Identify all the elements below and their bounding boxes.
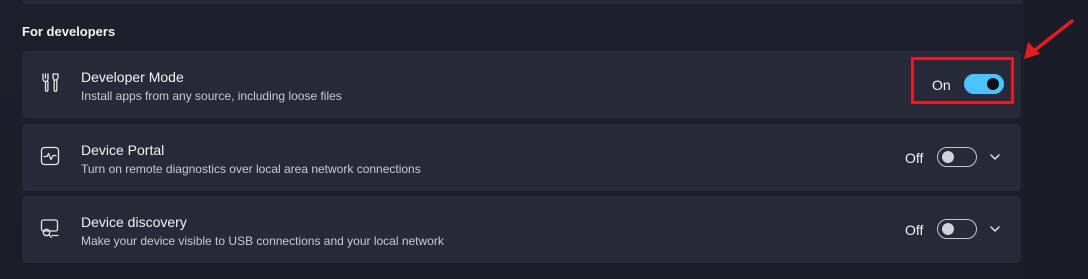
device-portal-card[interactable]: Device Portal Turn on remote diagnostics… (22, 124, 1021, 191)
device-portal-description: Turn on remote diagnostics over local ar… (81, 162, 421, 176)
developer-mode-title: Developer Mode (81, 69, 184, 85)
developer-mode-description: Install apps from any source, including … (81, 89, 342, 103)
device-portal-toggle[interactable] (937, 147, 977, 167)
developer-mode-card[interactable]: Developer Mode Install apps from any sou… (22, 51, 1021, 118)
toggle-knob (942, 223, 954, 235)
settings-page: For developers Developer Mode Install ap… (0, 0, 1088, 279)
toggle-knob (942, 151, 954, 163)
device-portal-expand-chevron-down-icon[interactable] (988, 150, 1002, 164)
annotation-highlight-box (911, 57, 1014, 104)
device-discovery-state-label: Off (905, 222, 924, 238)
device-search-icon (39, 217, 61, 239)
device-portal-title: Device Portal (81, 142, 165, 158)
previous-card-edge (22, 0, 1022, 4)
device-discovery-title: Device discovery (81, 214, 187, 230)
tools-icon (39, 72, 61, 94)
device-discovery-description: Make your device visible to USB connecti… (81, 234, 444, 248)
section-title: For developers (22, 24, 116, 39)
device-discovery-expand-chevron-down-icon[interactable] (988, 222, 1002, 236)
device-portal-state-label: Off (905, 150, 924, 166)
device-discovery-card[interactable]: Device discovery Make your device visibl… (22, 196, 1021, 263)
device-discovery-toggle[interactable] (937, 219, 977, 239)
annotation-arrow-icon (1024, 19, 1074, 59)
activity-monitor-icon (39, 145, 61, 167)
